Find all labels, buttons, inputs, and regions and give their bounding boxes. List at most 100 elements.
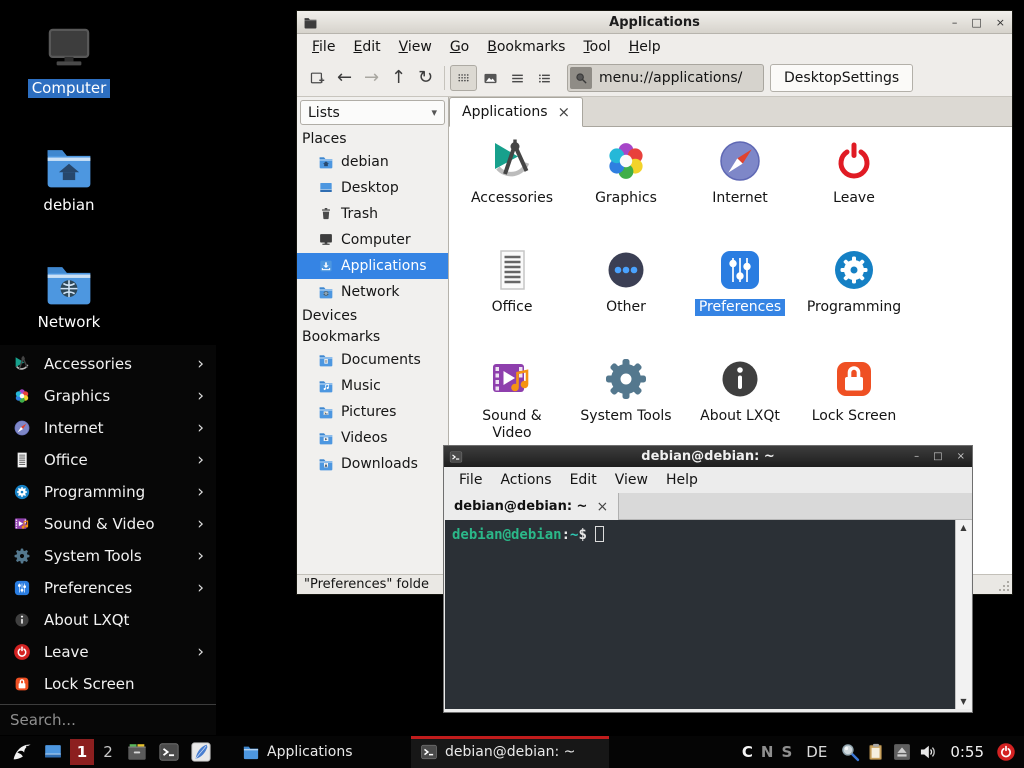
task-button-terminal[interactable]: debian@debian: ~ (411, 736, 609, 768)
minimize-icon[interactable]: – (914, 452, 919, 462)
sidebar-place-debian[interactable]: debian (297, 149, 448, 175)
terminal-screen[interactable]: debian@debian:~$ (445, 520, 955, 709)
scroll-up-icon[interactable]: ▲ (960, 523, 966, 532)
back-button[interactable]: ← (331, 65, 358, 91)
icon-view-button[interactable] (450, 65, 477, 91)
app-item-preferences[interactable]: Preferences (683, 241, 797, 350)
detailed-view-button[interactable] (531, 65, 558, 91)
desktop-icon-debian[interactable]: debian (14, 139, 124, 215)
new-tab-button[interactable] (304, 65, 331, 91)
path-search-box[interactable] (570, 67, 592, 89)
screenshot-tool-tray-icon[interactable] (837, 739, 863, 765)
menu-item-leave[interactable]: Leave › (0, 636, 216, 668)
removable-media-tray-icon[interactable] (889, 739, 915, 765)
task-button-applications[interactable]: Applications (233, 736, 405, 768)
menu-item-system-tools[interactable]: System Tools › (0, 540, 216, 572)
sidebar-group-places: Places (297, 128, 448, 149)
sidebar-bookmark-documents[interactable]: Documents (297, 347, 448, 373)
menu-item-preferences[interactable]: Preferences › (0, 572, 216, 604)
menu-file[interactable]: File (450, 469, 491, 491)
maximize-icon[interactable]: □ (971, 17, 981, 28)
sidebar-bookmark-videos[interactable]: Videos (297, 425, 448, 451)
quicklaunch-file-manager[interactable] (121, 736, 153, 768)
app-item-other[interactable]: Other (569, 241, 683, 350)
menu-tool[interactable]: Tool (574, 36, 619, 58)
system-tools-icon (602, 355, 650, 403)
clipboard-tray-icon[interactable] (863, 739, 889, 765)
scroll-down-icon[interactable]: ▼ (960, 697, 966, 706)
sidebar-bookmark-downloads[interactable]: Downloads (297, 451, 448, 477)
app-item-office[interactable]: Office (455, 241, 569, 350)
path-text[interactable]: menu://applications/ (592, 70, 742, 86)
menu-item-graphics[interactable]: Graphics › (0, 380, 216, 412)
close-icon[interactable]: × (996, 17, 1005, 28)
sidebar-place-computer[interactable]: Computer (297, 227, 448, 253)
menu-item-office[interactable]: Office › (0, 444, 216, 476)
app-item-internet[interactable]: Internet (683, 132, 797, 241)
menu-item-about-lxqt[interactable]: About LXQt (0, 604, 216, 636)
fm-titlebar[interactable]: Applications – □ × (297, 11, 1012, 34)
app-item-accessories[interactable]: Accessories (455, 132, 569, 241)
quicklaunch-terminal[interactable] (153, 736, 185, 768)
menu-edit[interactable]: Edit (344, 36, 389, 58)
leave-button[interactable] (993, 739, 1019, 765)
sidebar-bookmark-music[interactable]: Music (297, 373, 448, 399)
sidebar-mode-combobox[interactable]: Lists ▾ (300, 100, 445, 125)
up-button[interactable]: ↑ (385, 65, 412, 91)
tab-applications[interactable]: Applications × (449, 97, 583, 127)
desktop-icon-network[interactable]: Network (14, 256, 124, 332)
menu-item-lock-screen[interactable]: Lock Screen (0, 668, 216, 700)
menu-view[interactable]: View (390, 36, 441, 58)
terminal-titlebar[interactable]: debian@debian: ~ – □ × (444, 446, 972, 467)
menu-item-accessories[interactable]: Accessories › (0, 348, 216, 380)
workspace-2-button[interactable]: 2 (96, 739, 120, 765)
menu-go[interactable]: Go (441, 36, 478, 58)
menu-help[interactable]: Help (657, 469, 707, 491)
menu-bookmarks[interactable]: Bookmarks (478, 36, 574, 58)
app-item-programming[interactable]: Programming (797, 241, 911, 350)
terminal-scrollbar[interactable]: ▲ ▼ (955, 520, 971, 709)
minimize-icon[interactable]: – (952, 17, 958, 28)
sidebar-place-applications[interactable]: Applications (297, 253, 448, 279)
show-desktop-button[interactable] (37, 736, 69, 768)
maximize-icon[interactable]: □ (933, 452, 942, 462)
toolbar-separator (444, 66, 445, 90)
app-item-system-tools[interactable]: System Tools (569, 350, 683, 459)
menu-item-internet[interactable]: Internet › (0, 412, 216, 444)
volume-tray-icon[interactable] (915, 739, 941, 765)
close-icon[interactable]: × (957, 452, 965, 462)
terminal-tab[interactable]: debian@debian: ~ × (444, 493, 619, 520)
menu-item-sound-video[interactable]: Sound & Video › (0, 508, 216, 540)
compact-view-button[interactable] (504, 65, 531, 91)
clock[interactable]: 0:55 (950, 743, 984, 761)
tab-close-icon[interactable]: × (558, 105, 571, 120)
search-input[interactable] (10, 711, 206, 729)
resize-grip[interactable] (998, 580, 1010, 592)
sidebar-place-trash[interactable]: Trash (297, 201, 448, 227)
forward-button[interactable]: → (358, 65, 385, 91)
menu-view[interactable]: View (606, 469, 657, 491)
menu-help[interactable]: Help (620, 36, 670, 58)
sidebar-bookmark-pictures[interactable]: Pictures (297, 399, 448, 425)
menu-item-programming[interactable]: Programming › (0, 476, 216, 508)
sidebar-place-desktop[interactable]: Desktop (297, 175, 448, 201)
quicklaunch-featherpad[interactable] (185, 736, 217, 768)
app-item-about-lxqt[interactable]: About LXQt (683, 350, 797, 459)
app-item-lock-screen[interactable]: Lock Screen (797, 350, 911, 459)
workspace-1-button[interactable]: 1 (70, 739, 94, 765)
desktop-settings-button[interactable]: DesktopSettings (770, 64, 913, 92)
desktop-icon-computer[interactable]: Computer (14, 22, 124, 98)
keyboard-layout-indicator[interactable]: DE (806, 743, 827, 761)
app-item-graphics[interactable]: Graphics (569, 132, 683, 241)
path-bar[interactable]: menu://applications/ (567, 64, 764, 92)
menu-edit[interactable]: Edit (561, 469, 606, 491)
menu-actions[interactable]: Actions (491, 469, 560, 491)
tab-close-icon[interactable]: × (596, 499, 608, 515)
start-menu-button[interactable] (5, 736, 37, 768)
sidebar-place-network[interactable]: Network (297, 279, 448, 305)
app-item-sound-video[interactable]: Sound & Video (455, 350, 569, 459)
app-item-leave[interactable]: Leave (797, 132, 911, 241)
menu-file[interactable]: File (303, 36, 344, 58)
thumbnail-view-button[interactable] (477, 65, 504, 91)
reload-button[interactable]: ↻ (412, 65, 439, 91)
